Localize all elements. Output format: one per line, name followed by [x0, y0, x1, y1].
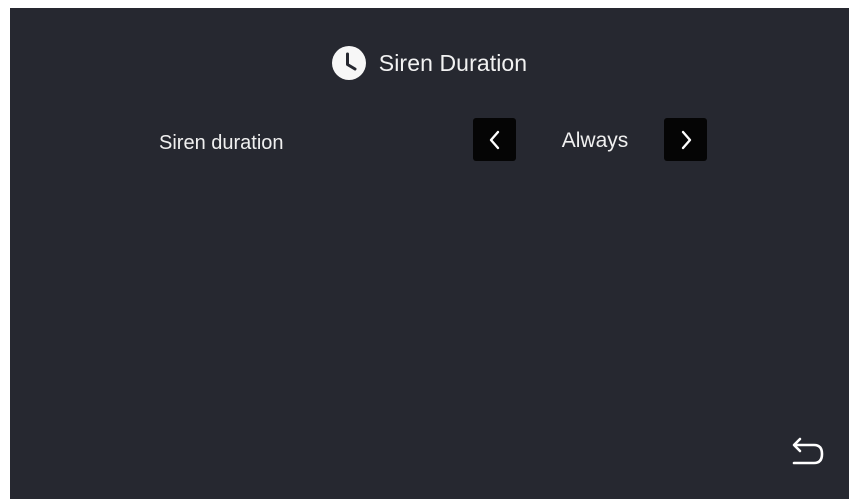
page-title: Siren Duration: [378, 50, 528, 76]
back-arrow-icon: [792, 437, 824, 465]
siren-duration-value: Always: [561, 129, 629, 152]
previous-value-button[interactable]: [473, 118, 516, 161]
next-value-button[interactable]: [664, 118, 707, 161]
siren-duration-label: Siren duration: [159, 132, 284, 154]
chevron-left-icon: [489, 130, 499, 149]
chevron-right-icon: [681, 130, 691, 149]
page-header: Siren Duration: [10, 45, 849, 81]
siren-duration-screen: Siren Duration Siren duration Always: [10, 8, 849, 499]
back-button[interactable]: [785, 433, 827, 471]
clock-icon: [331, 46, 366, 80]
